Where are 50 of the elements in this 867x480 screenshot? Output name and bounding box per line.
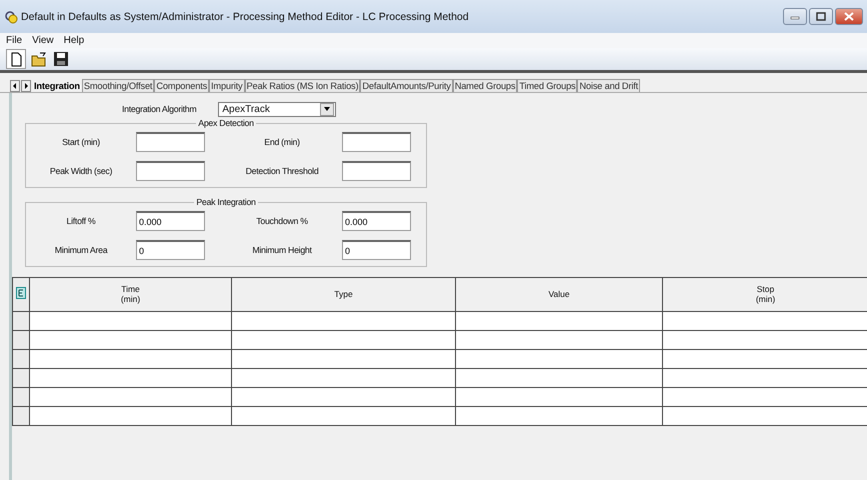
dropdown-arrow-icon <box>324 107 330 111</box>
field-label: Detection Threshold <box>244 166 320 176</box>
minimize-icon <box>790 14 800 20</box>
tab[interactable]: Peak Ratios (MS Ion Ratios) <box>244 79 360 92</box>
tab[interactable]: Smoothing/Offset <box>82 79 154 92</box>
group-title: Peak Integration <box>195 197 257 207</box>
tab[interactable]: Timed Groups <box>517 79 578 92</box>
menu-item[interactable]: View <box>32 35 54 46</box>
field-label: End (min) <box>263 137 301 147</box>
scroll-right-icon[interactable] <box>21 80 31 92</box>
tab[interactable]: DefaultAmounts/Purity <box>360 79 453 92</box>
menu-item[interactable]: Help <box>64 35 84 46</box>
menu-item[interactable]: File <box>6 35 22 46</box>
open-folder-icon[interactable] <box>30 50 48 68</box>
grid-corner-icon[interactable] <box>16 287 26 300</box>
field-label: Touchdown % <box>255 216 309 226</box>
tab[interactable]: Integration <box>32 79 82 92</box>
input-field[interactable]: 0.000 <box>136 211 205 231</box>
new-document-icon[interactable] <box>6 49 26 69</box>
column-header[interactable]: Time (min) <box>30 278 232 312</box>
input-field[interactable] <box>342 161 411 181</box>
field-label: Minimum Area <box>54 245 109 255</box>
input-field[interactable] <box>342 132 411 152</box>
column-header[interactable]: Stop (min) <box>662 278 867 312</box>
tab[interactable]: Noise and Drift <box>577 79 640 92</box>
field-label: Integration Algorithm <box>122 104 196 114</box>
field-label: Start (min) <box>61 137 101 147</box>
scroll-left-icon[interactable] <box>10 80 20 92</box>
maximize-button[interactable] <box>809 8 833 25</box>
algorithm-dropdown[interactable]: ApexTrack <box>218 102 336 116</box>
tab[interactable]: Named Groups <box>452 79 518 92</box>
field-label: Minimum Height <box>251 245 313 255</box>
app-icon <box>4 10 18 24</box>
maximize-icon <box>816 12 826 21</box>
group-title: Apex Detection <box>197 118 255 128</box>
input-field[interactable]: 0 <box>136 240 205 260</box>
close-button[interactable] <box>835 8 863 25</box>
tab[interactable]: Impurity <box>209 79 244 92</box>
save-icon[interactable] <box>52 50 70 68</box>
column-header[interactable]: Value <box>456 278 662 312</box>
field-label: Peak Width (sec) <box>48 166 114 176</box>
input-field[interactable]: 0 <box>342 240 411 260</box>
column-header[interactable]: Type <box>232 278 456 312</box>
input-field[interactable] <box>136 132 205 152</box>
close-icon <box>844 12 854 21</box>
window-title: Default in Defaults as System/Administrator - Processing Method Editor - LC Processing Method <box>21 10 470 22</box>
input-field[interactable]: 0.000 <box>342 211 411 231</box>
input-field[interactable] <box>136 161 205 181</box>
field-label: Liftoff % <box>66 216 96 226</box>
tab[interactable]: Components <box>154 79 210 92</box>
